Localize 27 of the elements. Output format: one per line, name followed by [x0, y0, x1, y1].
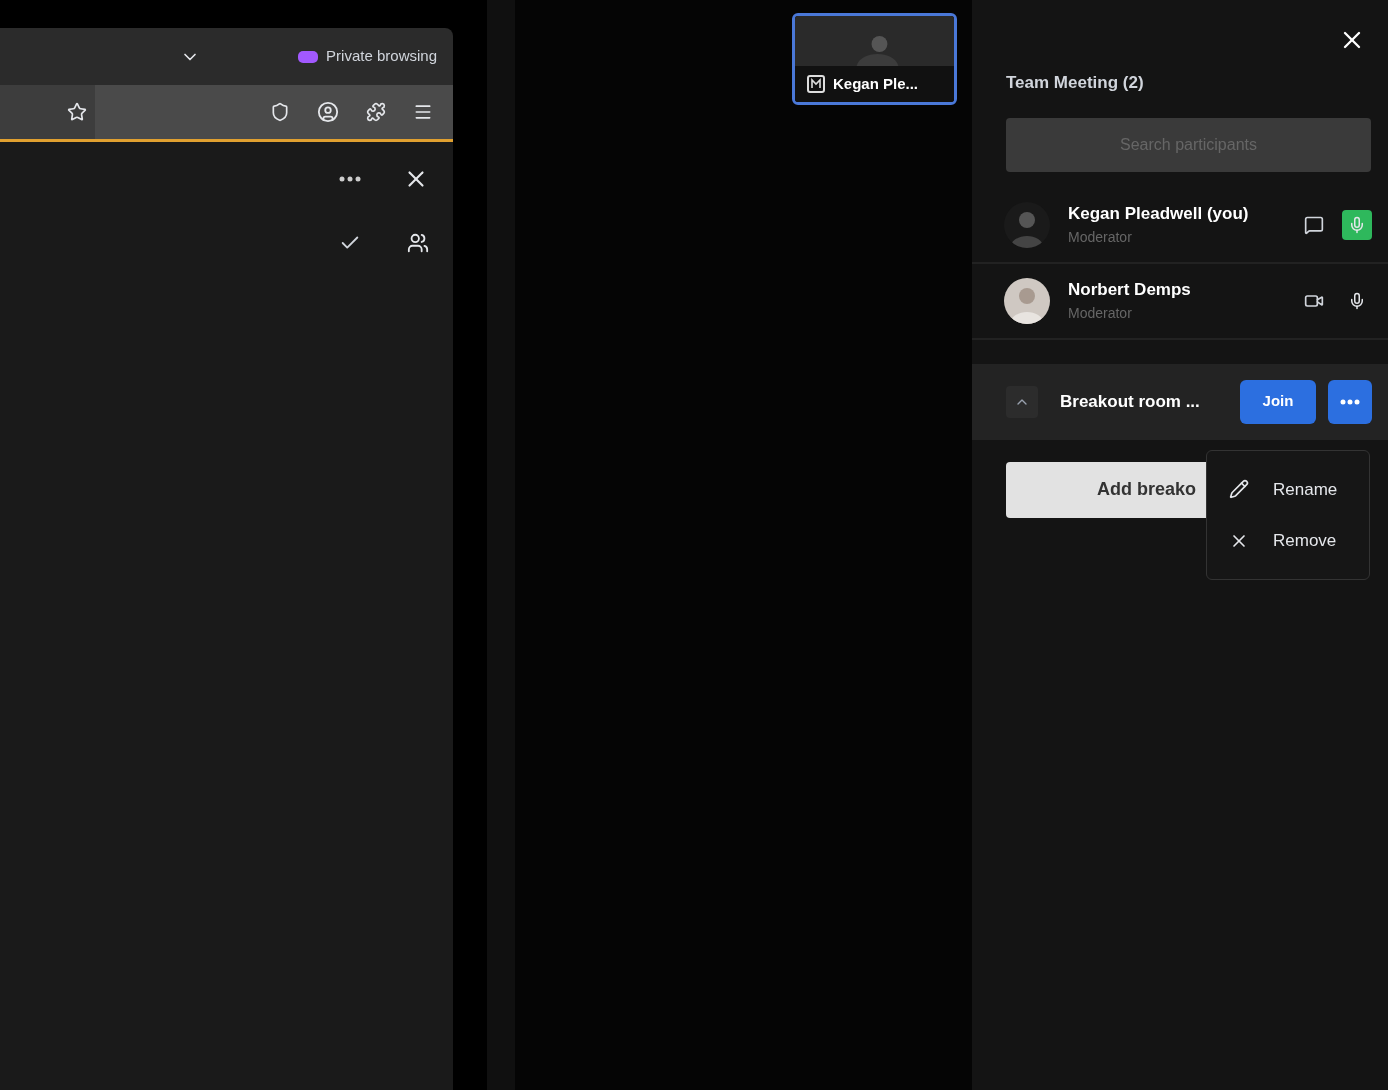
- more-button[interactable]: [1328, 379, 1372, 424]
- participant-name: Kegan Ple...: [833, 73, 919, 94]
- pencil-icon: [1229, 479, 1249, 500]
- url-field[interactable]: [0, 85, 95, 139]
- moderator-icon: [807, 75, 825, 93]
- more-icon: [1340, 398, 1360, 405]
- star-icon[interactable]: [67, 102, 87, 122]
- mic-icon: [1348, 291, 1366, 310]
- participant-name: Kegan Pleadwell (you): [1068, 203, 1250, 226]
- participant-name: Norbert Demps: [1068, 279, 1192, 302]
- menu-item[interactable]: Remove: [1229, 528, 1369, 554]
- people-icon[interactable]: [407, 232, 429, 254]
- join-button[interactable]: Join: [1240, 379, 1316, 424]
- participant-role: Moderator: [1068, 303, 1133, 323]
- breakout-room-name: Breakout room ...: [1060, 390, 1201, 413]
- collapse-button[interactable]: [1006, 385, 1038, 418]
- video-tile[interactable]: Kegan Ple...: [792, 13, 957, 105]
- extensions-icon[interactable]: [366, 102, 386, 122]
- panel-title: Team Meeting (2): [1006, 72, 1145, 94]
- menu-icon[interactable]: [413, 102, 433, 122]
- more-icon[interactable]: [339, 176, 361, 182]
- menu-item-label: Remove: [1273, 530, 1337, 552]
- account-icon[interactable]: [317, 101, 339, 123]
- mic-icon: [1348, 215, 1366, 234]
- mic-button[interactable]: [1342, 209, 1372, 240]
- participant-role: Moderator: [1068, 227, 1133, 247]
- private-browsing-label: Private browsing: [326, 46, 437, 67]
